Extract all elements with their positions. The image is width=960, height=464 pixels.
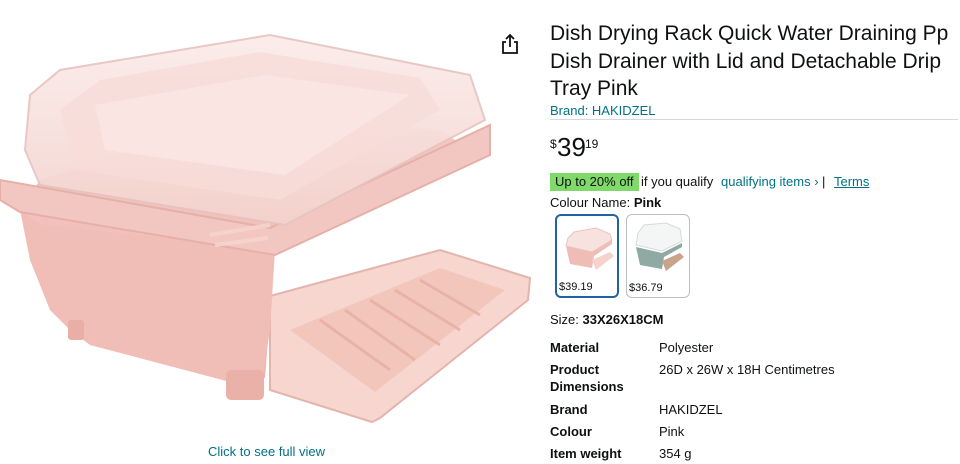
spec-value: Polyester xyxy=(659,340,714,355)
spec-value: HAKIDZEL xyxy=(659,402,723,417)
spec-label: Colour xyxy=(550,424,592,439)
size-row: Size: 33X26X18CM xyxy=(550,312,663,327)
size-label: Size: xyxy=(550,312,579,327)
spec-row-brand: Brand HAKIDZEL xyxy=(550,399,950,421)
price-symbol: $ xyxy=(550,137,557,151)
spec-value: Pink xyxy=(659,424,685,439)
product-specs-table: Material Polyester Product Dimensions 26… xyxy=(550,337,950,464)
image-gallery: Click to see full view xyxy=(0,0,540,464)
colour-swatch-pink[interactable]: $39.19 xyxy=(555,214,619,298)
product-image[interactable] xyxy=(0,0,540,440)
swatch-price: $36.79 xyxy=(629,282,663,294)
price-fraction: 19 xyxy=(585,137,599,151)
spec-label: Item weight xyxy=(550,446,622,461)
swatch-grey-green-thumbnail xyxy=(635,222,684,271)
promo-badge: Up to 20% off xyxy=(550,173,639,191)
product-title: Dish Drying Rack Quick Water Draining Pp… xyxy=(550,22,949,100)
promo-text: if you qualify xyxy=(641,174,714,189)
size-value: 33X26X18CM xyxy=(582,312,664,327)
qualifying-items-link[interactable]: qualifying items › xyxy=(721,174,819,189)
swatch-pink-thumbnail xyxy=(565,227,614,270)
spec-row-colour: Colour Pink xyxy=(550,421,950,443)
spec-row-material: Material Polyester xyxy=(550,337,950,359)
price-whole: 39 xyxy=(557,132,586,162)
divider xyxy=(550,119,958,120)
swatch-price: $39.19 xyxy=(559,281,593,293)
terms-link[interactable]: Terms xyxy=(834,174,869,189)
spec-label: Material xyxy=(550,340,600,355)
spec-value: 354 g xyxy=(659,446,692,461)
spec-row-dimensions: Product Dimensions 26D x 26W x 18H Centi… xyxy=(550,359,950,399)
promo-separator: | xyxy=(822,174,826,189)
colour-name-row: Colour Name: Pink xyxy=(550,195,661,210)
spec-row-item-weight: Item weight 354 g xyxy=(550,443,950,464)
spec-label: Brand xyxy=(550,402,588,417)
brand-link[interactable]: Brand: HAKIDZEL xyxy=(550,103,656,118)
colour-swatch-grey-green[interactable]: $36.79 xyxy=(626,214,690,298)
full-view-link[interactable]: Click to see full view xyxy=(208,444,325,459)
share-icon[interactable] xyxy=(500,33,520,55)
colour-name-label: Colour Name: xyxy=(550,195,631,210)
spec-value: 26D x 26W x 18H Centimetres xyxy=(659,362,835,377)
colour-name-value: Pink xyxy=(633,195,662,210)
spec-label: Product Dimensions xyxy=(550,362,624,394)
